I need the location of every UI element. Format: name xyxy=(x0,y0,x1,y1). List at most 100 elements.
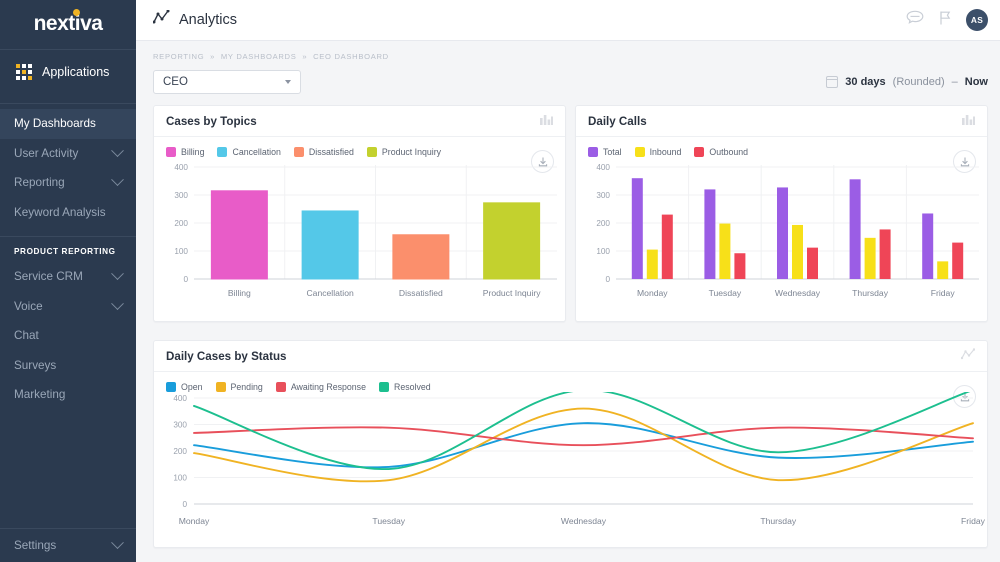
sidebar-label-voice: Voice xyxy=(14,299,43,313)
legend-item-open[interactable]: Open xyxy=(166,382,203,392)
legend-swatch xyxy=(166,147,176,157)
sidebar-item-marketing[interactable]: Marketing xyxy=(0,380,136,410)
sidebar-item-voice[interactable]: Voice xyxy=(0,292,136,322)
legend-item-outbound[interactable]: Outbound xyxy=(694,147,748,157)
legend-item-pending[interactable]: Pending xyxy=(215,382,263,392)
applications-label: Applications xyxy=(42,65,110,79)
calendar-icon xyxy=(826,76,839,88)
sidebar-item-my-dashboards[interactable]: My Dashboards xyxy=(0,109,136,139)
sidebar-label-chat: Chat xyxy=(14,329,39,343)
cards-container: Cases by Topics Billing Cancellation Dis… xyxy=(136,94,1000,548)
breadcrumb-item-my-dashboards[interactable]: MY DASHBOARDS xyxy=(221,52,297,61)
sidebar-label-service-crm: Service CRM xyxy=(14,270,83,284)
date-range-end: Now xyxy=(964,76,988,88)
logo-dot-icon xyxy=(72,8,80,16)
card-daily-calls: Daily Calls Total Inbound Outbound 0 100… xyxy=(575,105,988,322)
legend-daily-calls: Total Inbound Outbound xyxy=(576,137,987,157)
dashboard-select[interactable]: CEO xyxy=(153,70,301,94)
sidebar-item-reporting[interactable]: Reporting xyxy=(0,168,136,198)
legend-item-billing[interactable]: Billing xyxy=(166,147,204,157)
legend-daily-cases-by-status: Open Pending Awaiting Response Resolved xyxy=(154,372,987,392)
svg-text:200: 200 xyxy=(174,219,188,228)
legend-item-awaiting-response[interactable]: Awaiting Response xyxy=(275,382,366,392)
legend-swatch xyxy=(166,382,176,392)
svg-text:200: 200 xyxy=(173,447,187,456)
sidebar-item-settings[interactable]: Settings xyxy=(0,529,136,562)
legend-item-cancellation[interactable]: Cancellation xyxy=(217,147,281,157)
avatar[interactable]: AS xyxy=(966,9,988,31)
legend-label: Dissatisfied xyxy=(308,147,354,157)
controls-bar: CEO 30 days (Rounded) – Now xyxy=(136,61,1000,94)
bar-chart-icon[interactable] xyxy=(962,112,975,130)
sidebar-label-user-activity: User Activity xyxy=(14,146,79,160)
date-range-amount: 30 days xyxy=(845,76,886,88)
chevron-down-icon xyxy=(111,267,124,281)
legend-swatch xyxy=(275,382,286,392)
legend-label: Awaiting Response xyxy=(290,382,366,392)
bar-chart-icon[interactable] xyxy=(540,112,553,130)
sidebar-item-user-activity[interactable]: User Activity xyxy=(0,139,136,169)
topbar-icons: AS xyxy=(906,9,988,31)
sidebar-item-surveys[interactable]: Surveys xyxy=(0,351,136,381)
line-chart-icon[interactable] xyxy=(960,347,976,365)
chat-bubble-icon[interactable] xyxy=(906,10,924,30)
svg-text:0: 0 xyxy=(183,275,188,284)
svg-text:Tuesday: Tuesday xyxy=(372,516,405,526)
legend-item-product-inquiry[interactable]: Product Inquiry xyxy=(366,147,442,157)
legend-item-total[interactable]: Total xyxy=(588,147,622,157)
chevron-down-icon xyxy=(285,80,291,84)
sidebar-label-my-dashboards: My Dashboards xyxy=(14,117,96,131)
svg-text:Product Inquiry: Product Inquiry xyxy=(483,288,542,298)
legend-label: Cancellation xyxy=(232,147,281,157)
date-range-picker[interactable]: 30 days (Rounded) – Now xyxy=(826,76,988,88)
legend-swatch xyxy=(634,147,645,157)
legend-label: Pending xyxy=(230,382,263,392)
top-bar: Analytics AS xyxy=(136,0,1000,41)
sidebar-item-keyword-analysis[interactable]: Keyword Analysis xyxy=(0,198,136,228)
card-header: Daily Calls xyxy=(576,106,987,137)
svg-text:Monday: Monday xyxy=(637,288,668,298)
chevron-down-icon xyxy=(111,173,124,187)
legend-item-dissatisfied[interactable]: Dissatisfied xyxy=(293,147,354,157)
legend-label: Inbound xyxy=(649,147,682,157)
grid-icon xyxy=(16,64,32,80)
svg-text:400: 400 xyxy=(596,163,610,172)
legend-swatch xyxy=(215,382,226,392)
flag-icon[interactable] xyxy=(938,10,952,31)
avatar-initials: AS xyxy=(970,15,984,25)
line-chart-icon xyxy=(152,9,170,30)
breadcrumb-separator: » xyxy=(210,52,216,61)
breadcrumb-item-ceo-dashboard[interactable]: CEO DASHBOARD xyxy=(313,52,389,61)
card-header: Daily Cases by Status xyxy=(154,341,987,372)
main-area: Analytics AS REPORTING » MY DASHBOARDS »… xyxy=(136,0,1000,562)
card-title-cases-by-topics: Cases by Topics xyxy=(166,114,257,128)
legend-swatch xyxy=(293,147,304,157)
plot-daily-cases-by-status: 0 100 200 300 400 Monday Tuesday Wednesday Thurs… xyxy=(154,392,987,532)
legend-label: Billing xyxy=(181,147,205,157)
svg-text:0: 0 xyxy=(182,500,187,509)
legend-swatch xyxy=(378,382,389,392)
legend-item-resolved[interactable]: Resolved xyxy=(378,382,431,392)
breadcrumb-item-reporting[interactable]: REPORTING xyxy=(153,52,204,61)
svg-text:100: 100 xyxy=(174,247,188,256)
date-range-qualifier: (Rounded) xyxy=(892,76,945,88)
sidebar-settings-section: Settings xyxy=(0,528,136,562)
sidebar-item-applications[interactable]: Applications xyxy=(0,50,136,94)
legend-item-inbound[interactable]: Inbound xyxy=(634,147,682,157)
card-cases-by-topics: Cases by Topics Billing Cancellation Dis… xyxy=(153,105,566,322)
legend-swatch xyxy=(217,147,228,157)
svg-text:Wednesday: Wednesday xyxy=(561,516,607,526)
legend-label: Resolved xyxy=(393,382,431,392)
sidebar-label-settings: Settings xyxy=(14,539,57,552)
legend-cases-by-topics: Billing Cancellation Dissatisfied Produc… xyxy=(154,137,565,157)
sidebar-item-chat[interactable]: Chat xyxy=(0,321,136,351)
card-title-daily-cases-by-status: Daily Cases by Status xyxy=(166,349,287,363)
breadcrumb-separator: » xyxy=(302,52,308,61)
svg-text:Wednesday: Wednesday xyxy=(775,288,821,298)
sidebar-item-service-crm[interactable]: Service CRM xyxy=(0,262,136,292)
legend-swatch xyxy=(694,147,705,157)
svg-text:200: 200 xyxy=(596,219,610,228)
brand-logo[interactable]: nextiva xyxy=(0,0,136,40)
svg-text:300: 300 xyxy=(596,191,610,200)
legend-label: Product Inquiry xyxy=(381,147,442,157)
